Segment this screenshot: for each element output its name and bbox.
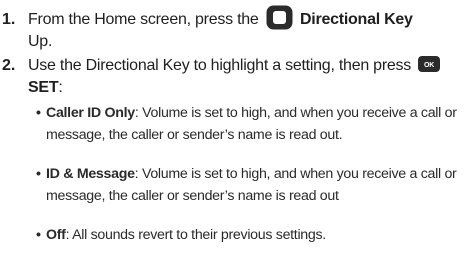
manual-page: 1. From the Home screen, press the Direc… — [0, 0, 472, 273]
bullet-text: ID & Message: Volume is set to high, and… — [36, 164, 470, 207]
step-1-text: From the Home screen, press the Directio… — [28, 5, 470, 53]
step-number: 2. — [2, 57, 16, 74]
bullet-term: Caller ID Only — [46, 105, 135, 121]
bullet-text: Off: All sounds revert to their previous… — [36, 225, 470, 247]
step-1-text-after: Up. — [28, 33, 53, 50]
bullet-glyph: • — [36, 105, 41, 121]
ok-key-icon: OK — [418, 56, 441, 73]
bullet-term: ID & Message — [46, 166, 135, 182]
bullet-item-off: • Off: All sounds revert to their previo… — [36, 225, 470, 247]
bullet-description: : All sounds revert to their previous se… — [65, 227, 327, 243]
step-number: 1. — [2, 11, 16, 28]
step-2-text-before: Use the Directional Key to highlight a s… — [28, 57, 412, 74]
ok-key-label: OK — [424, 62, 434, 69]
bullet-item-caller-id-only: • Caller ID Only: Volume is set to high,… — [36, 103, 470, 146]
set-label: SET — [28, 79, 59, 96]
bullet-item-id-message: • ID & Message: Volume is set to high, a… — [36, 164, 470, 207]
directional-key-label: Directional Key — [299, 11, 413, 28]
bullet-glyph: • — [36, 227, 41, 243]
directional-key-icon — [266, 5, 293, 30]
bullet-term: Off — [46, 227, 66, 243]
step-2-text: Use the Directional Key to highlight a s… — [28, 55, 470, 99]
step-1-text-before: From the Home screen, press the — [28, 11, 259, 28]
bullet-text: Caller ID Only: Volume is set to high, a… — [36, 103, 470, 146]
bullet-glyph: • — [36, 166, 41, 182]
step-2-text-after: : — [58, 79, 63, 96]
